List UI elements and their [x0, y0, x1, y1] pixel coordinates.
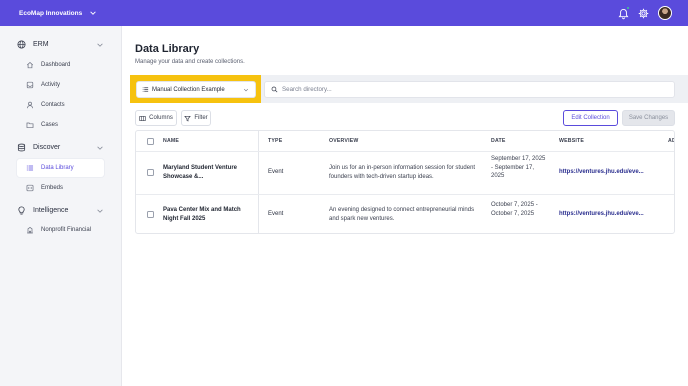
sidebar-section-label: Discover — [33, 144, 61, 151]
sidebar-item-nonprofit-financial[interactable]: Nonprofit Financial — [17, 221, 104, 239]
sidebar-item-label: Data Library — [41, 165, 74, 171]
chevron-down-icon — [90, 11, 96, 15]
sidebar-item-label: Contacts — [41, 102, 65, 108]
sidebar-section-erm[interactable]: ERM — [17, 40, 49, 49]
column-header-address[interactable]: AD — [668, 131, 674, 151]
user-icon — [27, 101, 33, 109]
sidebar-item-cases[interactable]: Cases — [17, 116, 104, 134]
edit-collection-button[interactable]: Edit Collection — [563, 110, 618, 126]
collection-select-value: Manual Collection Example — [152, 86, 225, 93]
select-all-checkbox[interactable] — [147, 138, 154, 145]
cell-name[interactable]: Maryland Student Venture Showcase &... — [163, 164, 243, 181]
sidebar-item-activity[interactable]: Activity — [17, 76, 104, 94]
sidebar-item-label: Nonprofit Financial — [41, 227, 92, 233]
sidebar-section-label: ERM — [33, 41, 49, 48]
sidebar-item-dashboard[interactable]: Dashboard — [17, 56, 104, 74]
inbox-icon — [26, 81, 34, 89]
search-box — [264, 81, 675, 98]
row-divider — [136, 194, 674, 195]
save-changes-label: Save Changes — [628, 115, 669, 121]
column-divider — [258, 131, 259, 233]
column-header-type[interactable]: TYPE — [268, 131, 282, 151]
search-icon — [271, 86, 278, 93]
filter-icon — [184, 115, 192, 122]
sidebar-item-label: Cases — [41, 122, 59, 128]
database-icon — [17, 143, 26, 152]
row-checkbox[interactable] — [147, 169, 154, 176]
chevron-down-icon[interactable] — [96, 41, 104, 49]
sidebar-section-discover[interactable]: Discover — [17, 143, 60, 152]
sidebar-item-data-library[interactable]: Data Library — [17, 159, 104, 177]
cell-type: Event — [268, 211, 284, 217]
edit-collection-label: Edit Collection — [571, 115, 610, 121]
page-title: Data Library — [135, 43, 200, 55]
sidebar-item-contacts[interactable]: Contacts — [17, 96, 104, 114]
org-name: EcoMap Innovations — [19, 9, 83, 17]
globe-icon — [17, 40, 26, 49]
columns-button[interactable]: Columns — [135, 110, 177, 126]
lightbulb-icon — [18, 206, 25, 215]
cell-type: Event — [268, 169, 284, 175]
column-header-overview[interactable]: OVERVIEW — [329, 131, 358, 151]
search-input[interactable] — [282, 86, 662, 93]
folder-icon — [26, 122, 34, 128]
notification-dot — [626, 6, 630, 10]
user-avatar[interactable] — [658, 6, 672, 20]
sidebar-item-label: Dashboard — [41, 62, 71, 68]
filter-button-label: Filter — [194, 115, 208, 121]
code-icon — [26, 184, 34, 192]
sidebar-item-label: Embeds — [41, 185, 64, 191]
cell-website-link[interactable]: https://ventures.jhu.edu/eve... — [559, 210, 667, 219]
chevron-down-icon — [243, 88, 249, 92]
page-subtitle: Manage your data and create collections. — [135, 59, 245, 65]
data-table: NAME TYPE OVERVIEW DATE WEBSITE AD Maryl… — [135, 130, 675, 234]
chevron-down-icon[interactable] — [96, 144, 104, 152]
chevron-down-icon[interactable] — [96, 207, 104, 215]
column-header-name[interactable]: NAME — [163, 131, 179, 151]
sidebar-item-label: Activity — [41, 82, 61, 88]
cell-name[interactable]: Pava Center Mix and Match Night Fall 202… — [163, 206, 243, 223]
sidebar-section-intelligence[interactable]: Intelligence — [17, 206, 68, 215]
list-icon — [26, 165, 34, 171]
cell-date: October 7, 2025 - October 7, 2025 — [491, 202, 538, 217]
filter-button[interactable]: Filter — [181, 110, 211, 126]
cell-date: September 17, 2025 - September 17, 2025 — [491, 156, 546, 179]
gear-icon[interactable] — [638, 8, 649, 19]
sidebar-item-embeds[interactable]: Embeds — [17, 179, 104, 197]
top-bar: EcoMap Innovations — [0, 0, 688, 26]
home-icon — [26, 61, 34, 69]
org-switcher[interactable]: EcoMap Innovations — [19, 9, 97, 17]
collection-select[interactable]: Manual Collection Example — [136, 81, 256, 98]
cell-website-link[interactable]: https://ventures.jhu.edu/eve... — [559, 168, 667, 177]
row-checkbox[interactable] — [147, 211, 154, 218]
cell-overview: Join us for an in-person information ses… — [329, 165, 476, 180]
column-header-date[interactable]: DATE — [491, 131, 506, 151]
building-icon — [27, 227, 33, 234]
sidebar-section-label: Intelligence — [33, 207, 69, 214]
save-changes-button[interactable]: Save Changes — [622, 110, 675, 126]
row-divider — [136, 151, 674, 152]
columns-icon — [139, 115, 146, 121]
list-icon — [142, 87, 149, 92]
columns-button-label: Columns — [149, 115, 173, 121]
column-header-website[interactable]: WEBSITE — [559, 131, 584, 151]
cell-overview: An evening designed to connect entrepren… — [329, 207, 475, 222]
notifications-button[interactable] — [618, 6, 630, 20]
